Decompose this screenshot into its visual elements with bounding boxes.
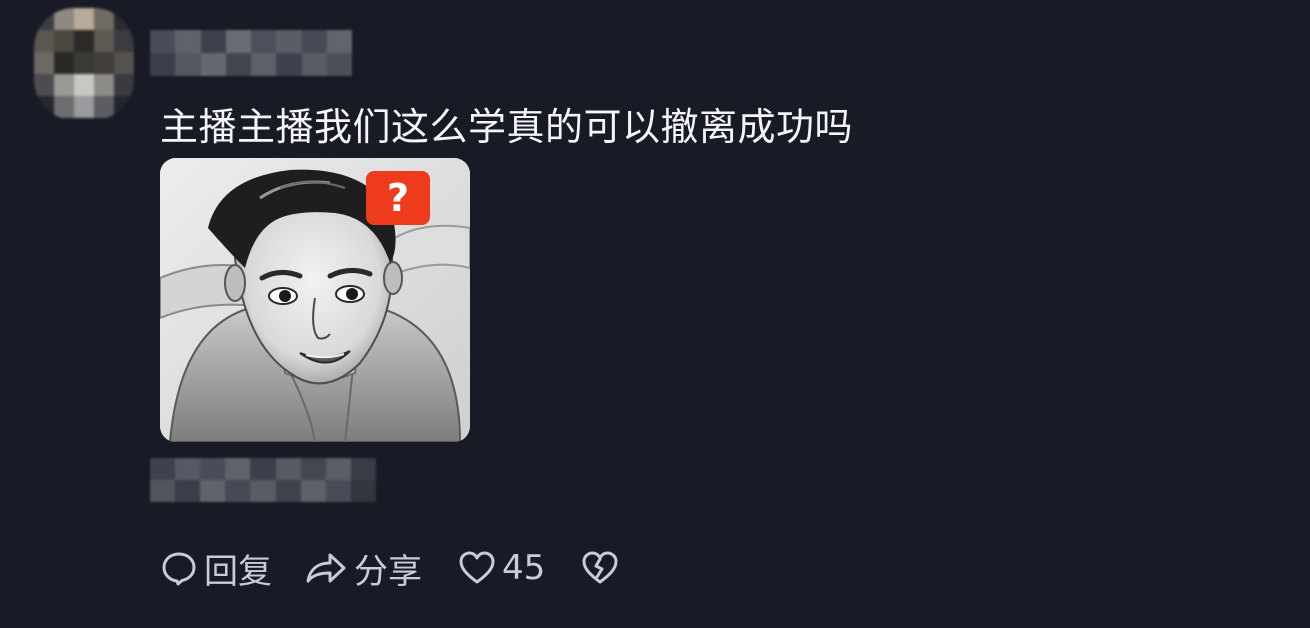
sketch-face-sticker[interactable]: ? (160, 158, 470, 442)
comment-bubble-icon (160, 549, 198, 587)
like-button[interactable]: 45 (458, 548, 545, 588)
timestamp-location-blurred (150, 458, 376, 502)
share-label: 分享 (354, 551, 422, 592)
reply-button[interactable]: 回复 (160, 544, 272, 593)
avatar[interactable] (34, 8, 134, 120)
share-button[interactable]: 分享 (304, 544, 422, 593)
username-blurred[interactable] (150, 30, 352, 76)
broken-heart-icon (581, 550, 619, 586)
reply-label: 回复 (204, 551, 272, 592)
share-arrow-icon (304, 549, 348, 587)
question-mark-badge: ? (366, 171, 430, 225)
comment-text: 主播主播我们这么学真的可以撤离成功吗 (160, 105, 854, 149)
comment-action-bar: 回复 分享 45 (160, 542, 619, 594)
dislike-button[interactable] (581, 550, 619, 586)
heart-icon (458, 550, 496, 586)
like-count: 45 (502, 548, 546, 588)
